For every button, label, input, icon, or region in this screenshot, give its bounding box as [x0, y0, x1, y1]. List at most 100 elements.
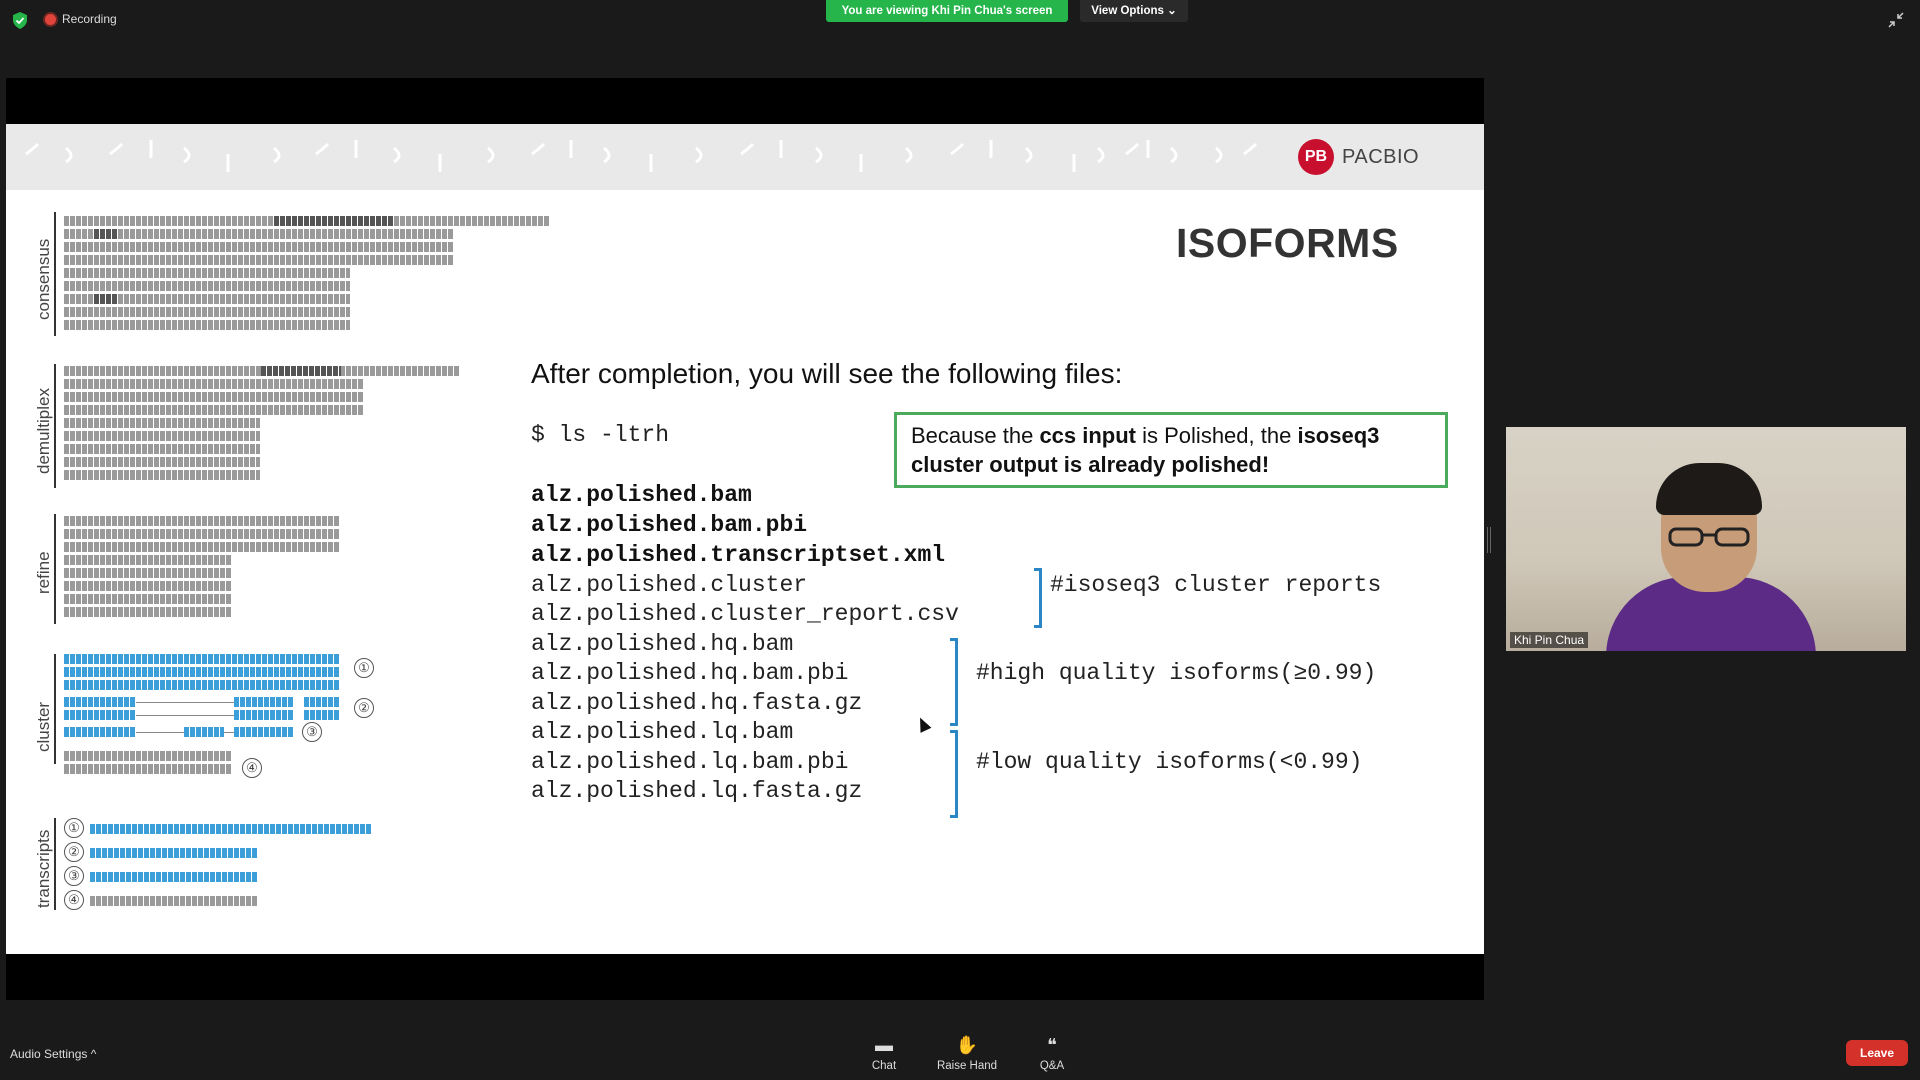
file-lq-fasta: alz.polished.lq.fasta.gz [531, 778, 863, 804]
chat-bubble-icon: ▬ [875, 1035, 893, 1055]
transcript-number-3: ③ [64, 866, 84, 886]
command-line: $ ls -ltrh [531, 422, 670, 448]
exit-fullscreen-icon[interactable] [1888, 12, 1904, 28]
divider-line [54, 514, 56, 624]
file-hq-bam-pbi: alz.polished.hq.bam.pbi [531, 660, 849, 686]
slide-subtitle: After completion, you will see the follo… [531, 358, 1123, 389]
security-shield-icon[interactable] [12, 12, 28, 29]
isoform-number-1: ① [354, 658, 374, 678]
slide-header-band: PB PACBIO [6, 124, 1484, 190]
note-text: Because the [911, 423, 1040, 448]
isoform-number-4: ④ [242, 758, 262, 778]
read-bar [64, 764, 232, 774]
read-bar [64, 268, 350, 278]
isoform-bar [234, 710, 294, 720]
note-ccs: ccs input [1039, 423, 1137, 448]
chat-label: Chat [871, 1060, 897, 1072]
file-bam: alz.polished.bam [531, 482, 752, 508]
hand-icon: ✋ [955, 1035, 979, 1055]
polished-note-box: Because the ccs input is Polished, the i… [894, 412, 1448, 488]
participant-name-label: Khi Pin Chua [1510, 632, 1589, 648]
read-bar [64, 568, 232, 578]
divider-line [54, 364, 56, 488]
transcript-number-2: ② [64, 842, 84, 862]
transcript-bar [90, 824, 372, 834]
isoform-bar [304, 710, 340, 720]
meeting-top-bar: Recording You are viewing Khi Pin Chua's… [0, 0, 1920, 40]
side-label-refine: refine [34, 551, 53, 594]
isoform-bar [64, 667, 340, 677]
read-bar-highlight [274, 216, 394, 226]
comment-low-quality: #low quality isoforms(<0.99) [976, 749, 1363, 775]
read-bar [64, 470, 260, 480]
intron-line [136, 715, 234, 716]
read-bar [64, 379, 364, 389]
panel-resize-handle[interactable] [1487, 527, 1491, 553]
bracket-hq [950, 638, 958, 726]
comment-high-quality: #high quality isoforms(≥0.99) [976, 660, 1377, 686]
intron-line [224, 732, 234, 733]
transcript-number-4: ④ [64, 890, 84, 910]
raise-hand-button[interactable]: ✋ Raise Hand [932, 1032, 1002, 1072]
divider-line [54, 818, 56, 910]
glasses-icon [1668, 527, 1750, 547]
isoform-number-3: ③ [302, 722, 322, 742]
read-bar [64, 581, 232, 591]
read-bar [64, 405, 364, 415]
pacbio-mark-icon: PB [1298, 139, 1334, 175]
file-hq-fasta: alz.polished.hq.fasta.gz [531, 690, 863, 716]
view-options-button[interactable]: View Options ⌄ [1080, 0, 1188, 22]
transcript-bar [90, 896, 258, 906]
leave-button[interactable]: Leave [1846, 1040, 1908, 1066]
pacbio-logo: PB PACBIO [1298, 139, 1419, 175]
read-bar [64, 607, 232, 617]
intron-line [136, 732, 184, 733]
intron-line [136, 702, 234, 703]
chat-button[interactable]: ▬ Chat [849, 1032, 919, 1072]
qa-button[interactable]: ❝ Q&A [1017, 1032, 1087, 1072]
side-label-demultiplex: demultiplex [34, 388, 53, 474]
raise-hand-label: Raise Hand [936, 1060, 998, 1072]
audio-settings-button[interactable]: Audio Settings ^ [10, 1047, 96, 1061]
read-bar-highlight [261, 366, 341, 376]
participant-video-tile[interactable]: Khi Pin Chua [1506, 427, 1906, 651]
recording-indicator[interactable]: Recording [45, 12, 117, 26]
isoform-number-2: ② [354, 698, 374, 718]
file-cluster-report: alz.polished.cluster_report.csv [531, 601, 959, 627]
read-bar [64, 542, 340, 552]
isoform-bar [304, 697, 340, 707]
qa-label: Q&A [1039, 1060, 1065, 1072]
viewing-screen-banner: You are viewing Khi Pin Chua's screen [826, 0, 1068, 22]
read-bar [64, 255, 454, 265]
divider-line [54, 212, 56, 336]
isoform-bar [234, 697, 294, 707]
divider-line [54, 654, 56, 764]
pacbio-wordmark: PACBIO [1342, 145, 1420, 168]
side-label-transcripts: transcripts [34, 829, 53, 908]
read-bar [64, 431, 260, 441]
transcript-bar [90, 872, 258, 882]
read-bar [64, 307, 350, 317]
read-bar [64, 751, 232, 761]
isoform-bar [64, 654, 340, 664]
read-bar [64, 281, 350, 291]
transcript-number-1: ① [64, 818, 84, 838]
read-bar [64, 242, 454, 252]
read-bar [64, 555, 232, 565]
meeting-controls-bar: Audio Settings ^ ▬ Chat ✋ Raise Hand ❝ Q… [0, 1032, 1920, 1080]
mouse-cursor-icon [914, 715, 932, 733]
isoform-bar [184, 727, 224, 737]
note-bold-text: cluster output is already polished! [911, 452, 1270, 477]
read-bar [64, 444, 260, 454]
read-bar [64, 320, 350, 330]
read-bar [64, 457, 260, 467]
side-label-consensus: consensus [34, 238, 53, 320]
note-text: is Polished, the [1136, 423, 1298, 448]
file-bam-pbi: alz.polished.bam.pbi [531, 512, 808, 538]
read-bar [64, 392, 364, 402]
read-bar [64, 529, 340, 539]
file-cluster: alz.polished.cluster [531, 572, 808, 598]
isoform-bar [64, 697, 136, 707]
transcript-bar [90, 848, 258, 858]
side-label-cluster: cluster [34, 701, 53, 752]
